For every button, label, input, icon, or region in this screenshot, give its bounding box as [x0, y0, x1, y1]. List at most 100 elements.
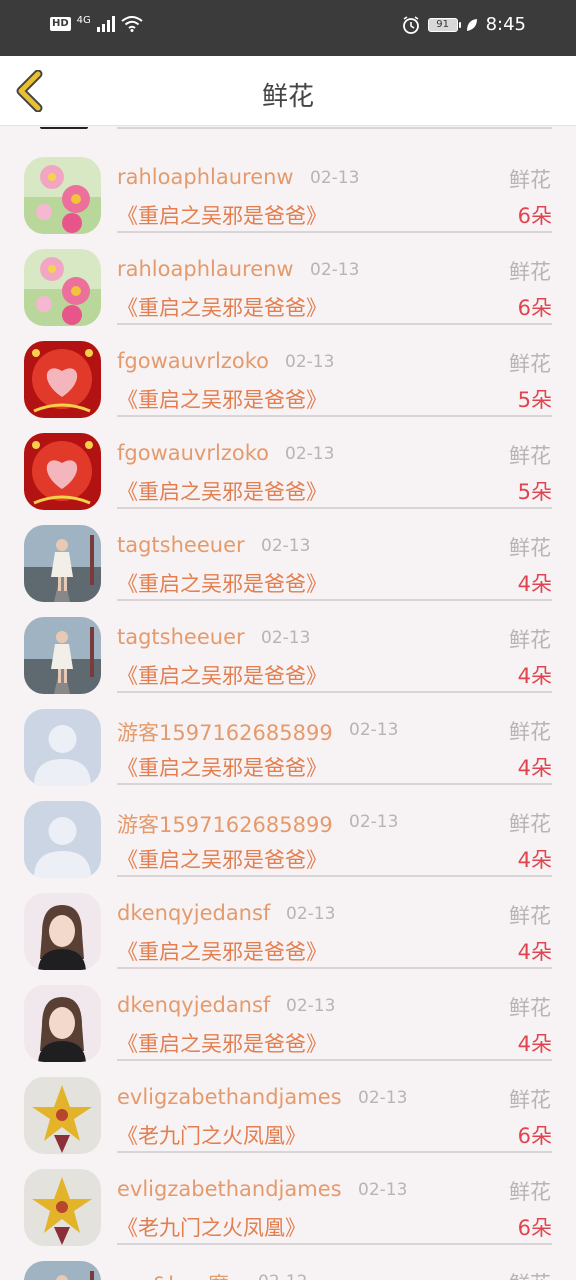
previous-avatar-edge — [40, 127, 88, 129]
gift-date: 02-13 — [285, 352, 335, 372]
list-item[interactable]: dkenqyjedansf 02-13 鲜花《重启之吴邪是爸爸》 4朵 — [0, 968, 576, 1062]
avatar[interactable] — [24, 709, 101, 786]
gift-date: 02-13 — [310, 260, 360, 280]
avatar[interactable] — [24, 893, 101, 970]
book-title[interactable]: 《重启之吴邪是爸爸》 — [117, 936, 327, 966]
clock: 8:45 — [485, 14, 526, 35]
avatar[interactable] — [24, 341, 101, 418]
user-name[interactable]: tagtsheeuer — [117, 533, 245, 557]
flower-count: 4朵 — [517, 664, 552, 688]
list-item[interactable]: rahloaphlaurenw 02-13 鲜花《重启之吴邪是爸爸》 6朵 — [0, 232, 576, 326]
book-title[interactable]: 《重启之吴邪是爸爸》 — [117, 384, 327, 414]
book-title[interactable]: 《重启之吴邪是爸爸》 — [117, 752, 327, 782]
book-title[interactable]: 《老九门之火凤凰》 — [117, 1212, 306, 1242]
list-item[interactable]: tagtsheeuer 02-13 鲜花《重启之吴邪是爸爸》 4朵 — [0, 508, 576, 602]
nav-bar: 鲜花 — [0, 56, 576, 126]
flower-count: 6朵 — [517, 1216, 552, 1240]
gift-date: 02-13 — [358, 1088, 408, 1108]
gift-date: 02-13 — [261, 536, 311, 556]
network-label: 4G — [76, 14, 91, 26]
gift-date: 02-13 — [349, 720, 399, 740]
gift-date: 02-13 — [285, 444, 335, 464]
gift-date: 02-13 — [310, 168, 360, 188]
avatar[interactable] — [24, 433, 101, 510]
wifi-icon — [121, 16, 143, 32]
book-title[interactable]: 《老九门之火凤凰》 — [117, 1120, 306, 1150]
book-title[interactable]: 《重启之吴邪是爸爸》 — [117, 1028, 327, 1058]
flower-count: 4朵 — [517, 940, 552, 964]
list-item[interactable]: rahloaphlaurenw 02-13 鲜花《重启之吴邪是爸爸》 6朵 — [0, 140, 576, 234]
book-title[interactable]: 《重启之吴邪是爸爸》 — [117, 200, 327, 230]
list-item[interactable]: rag&bon摩e 02-12 鲜花 — [0, 1244, 576, 1280]
avatar[interactable] — [24, 985, 101, 1062]
gift-type: 鲜花 — [509, 260, 551, 284]
gift-type: 鲜花 — [509, 168, 551, 192]
user-name[interactable]: rahloaphlaurenw — [117, 257, 294, 281]
avatar[interactable] — [24, 249, 101, 326]
gift-type: 鲜花 — [509, 904, 551, 928]
book-title[interactable]: 《重启之吴邪是爸爸》 — [117, 568, 327, 598]
list-item[interactable]: evligzabethandjames 02-13 鲜花《老九门之火凤凰》 6朵 — [0, 1060, 576, 1154]
user-name[interactable]: fgowauvrlzoko — [117, 441, 269, 465]
avatar[interactable] — [24, 157, 101, 234]
flower-count: 6朵 — [517, 296, 552, 320]
list-item[interactable]: 游客1597162685899 02-13 鲜花《重启之吴邪是爸爸》 4朵 — [0, 692, 576, 786]
status-right: 91 8:45 — [402, 14, 526, 35]
list-item[interactable]: fgowauvrlzoko 02-13 鲜花《重启之吴邪是爸爸》 5朵 — [0, 324, 576, 418]
avatar[interactable] — [24, 525, 101, 602]
gift-type: 鲜花 — [509, 1088, 551, 1112]
gift-type: 鲜花 — [509, 720, 551, 744]
flower-count: 5朵 — [517, 480, 552, 504]
user-name[interactable]: dkenqyjedansf — [117, 901, 270, 925]
user-name[interactable]: fgowauvrlzoko — [117, 349, 269, 373]
gift-record-list[interactable]: rahloaphlaurenw 02-13 鲜花 《重启之吴邪是爸爸》 6朵 rahloa… — [0, 127, 576, 1280]
status-bar: HD 4G 91 8:45 — [0, 0, 576, 56]
user-name[interactable]: rag&bon摩e — [117, 1269, 242, 1280]
gift-type: 鲜花 — [509, 628, 551, 652]
user-name[interactable]: dkenqyjedansf — [117, 993, 270, 1017]
list-item[interactable]: evligzabethandjames 02-13 鲜花《老九门之火凤凰》 6朵 — [0, 1152, 576, 1246]
user-name[interactable]: tagtsheeuer — [117, 625, 245, 649]
divider — [117, 127, 552, 129]
gift-type: 鲜花 — [509, 1180, 551, 1204]
flower-count: 4朵 — [517, 572, 552, 596]
avatar[interactable] — [24, 617, 101, 694]
user-name[interactable]: evligzabethandjames — [117, 1085, 342, 1109]
page-title: 鲜花 — [261, 82, 314, 112]
list-item[interactable]: dkenqyjedansf 02-13 鲜花 《重启之吴邪是爸爸》 4朵 — [0, 876, 576, 970]
gift-date: 02-13 — [349, 812, 399, 832]
user-name[interactable]: rahloaphlaurenw — [117, 165, 294, 189]
user-name[interactable]: evligzabethandjames — [117, 1177, 342, 1201]
gift-type: 鲜花 — [509, 812, 551, 836]
flower-count: 4朵 — [517, 756, 552, 780]
list-item[interactable]: fgowauvrlzoko 02-13 鲜花 《重启之吴邪是爸爸》 5朵 — [0, 416, 576, 510]
avatar[interactable] — [24, 1169, 101, 1246]
gift-date: 02-13 — [358, 1180, 408, 1200]
book-title[interactable]: 《重启之吴邪是爸爸》 — [117, 660, 327, 690]
alarm-icon — [402, 15, 419, 34]
flower-count: 6朵 — [517, 204, 552, 228]
avatar[interactable] — [24, 1261, 101, 1280]
status-left: HD 4G — [50, 14, 143, 32]
flower-count: 5朵 — [517, 388, 552, 412]
gift-date: 02-13 — [286, 996, 336, 1016]
avatar[interactable] — [24, 801, 101, 878]
gift-date: 02-12 — [258, 1272, 307, 1280]
hd-badge: HD — [50, 17, 71, 31]
book-title[interactable]: 《重启之吴邪是爸爸》 — [117, 476, 327, 506]
gift-date: 02-13 — [261, 628, 311, 648]
battery-icon: 91 — [427, 17, 461, 32]
user-name[interactable]: 游客1597162685899 — [117, 809, 333, 839]
flower-count: 6朵 — [517, 1124, 552, 1148]
user-name[interactable]: 游客1597162685899 — [117, 717, 333, 747]
gift-type: 鲜花 — [509, 352, 551, 376]
avatar[interactable] — [24, 1077, 101, 1154]
list-item[interactable]: 游客1597162685899 02-13 鲜花《重启之吴邪是爸爸》 4朵 — [0, 784, 576, 878]
book-title[interactable]: 《重启之吴邪是爸爸》 — [117, 292, 327, 322]
gift-type: 鲜花 — [509, 536, 551, 560]
flower-count: 4朵 — [517, 848, 552, 872]
book-title[interactable]: 《重启之吴邪是爸爸》 — [117, 844, 327, 874]
flower-count: 4朵 — [517, 1032, 552, 1056]
list-item[interactable]: tagtsheeuer 02-13 鲜花《重启之吴邪是爸爸》 4朵 — [0, 600, 576, 694]
gift-type: 鲜花 — [509, 996, 551, 1020]
